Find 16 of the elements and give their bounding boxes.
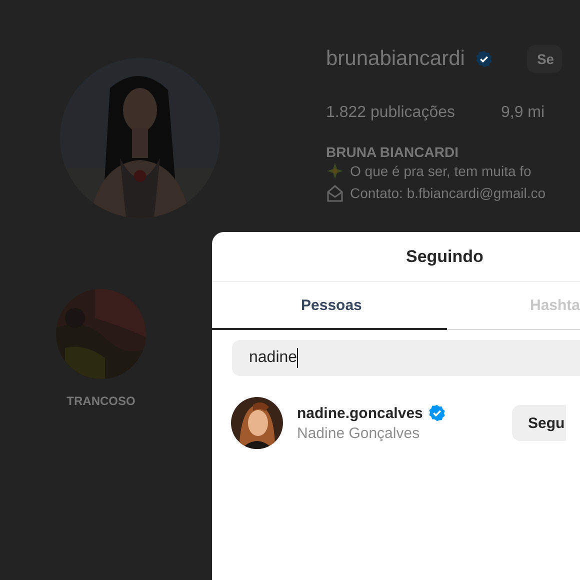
tab[interactable]: Pessoas <box>212 282 447 330</box>
profile-stat: 9,9 mi <box>500 104 545 122</box>
envelope-icon <box>326 184 344 202</box>
result-username[interactable]: nadine.goncalves <box>297 404 423 422</box>
dialog-title: Seguindo <box>406 246 484 266</box>
bio-line: Contato: b.fbiancardi@gmail.co <box>350 185 546 201</box>
profile-stat: 1.822 publicações <box>326 104 455 122</box>
following-button[interactable]: Segu <box>512 405 566 441</box>
text-caret <box>297 348 298 368</box>
profile-username: brunabiancardi <box>326 47 465 71</box>
search-field[interactable]: nadine <box>232 340 580 376</box>
bio-line: O que é pra ser, tem muita fo <box>350 163 532 179</box>
highlight-label: TRANCOSO <box>66 394 136 408</box>
profile-full-name: BRUNA BIANCARDI <box>326 144 460 160</box>
result-full-name: Nadine Gonçalves <box>297 425 421 442</box>
sparkle-icon <box>326 162 344 180</box>
